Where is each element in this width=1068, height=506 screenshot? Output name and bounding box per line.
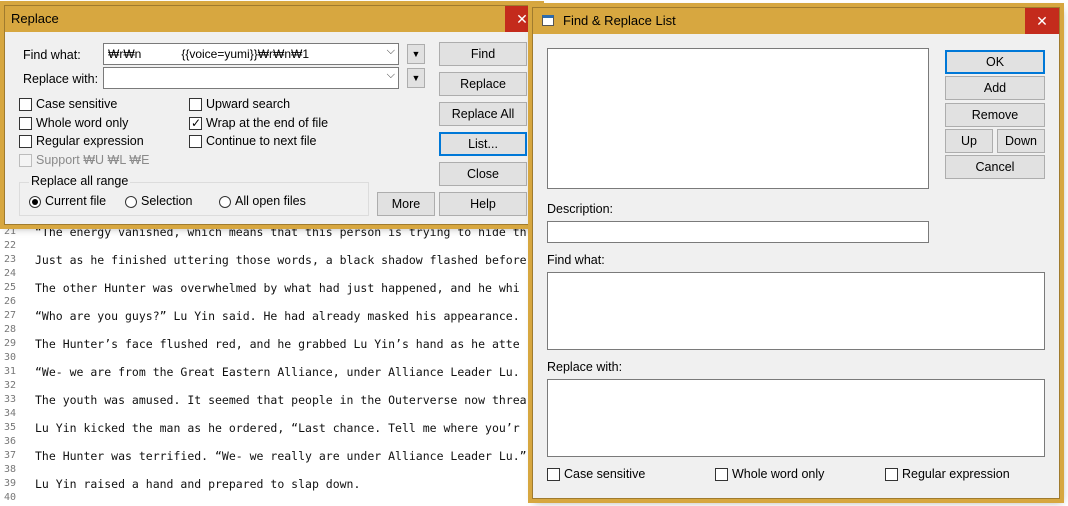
line-number: 24 [4, 268, 17, 279]
case-sensitive-checkbox[interactable] [19, 98, 32, 111]
continue-next-file-label: Continue to next file [206, 134, 317, 148]
wrap-label: Wrap at the end of file [206, 116, 329, 130]
line-text: Just as he finished uttering those words… [35, 253, 527, 267]
line-number: 22 [4, 240, 17, 251]
line-number: 31 [4, 366, 17, 377]
description-input[interactable] [547, 221, 929, 243]
line-text: The Hunter was terrified. “We- we really… [35, 449, 527, 463]
close-button[interactable]: Close [439, 162, 527, 186]
list-case-sensitive-checkbox[interactable] [547, 468, 560, 481]
line-text: Lu Yin kicked the man as he ordered, “La… [35, 421, 520, 435]
line-number: 23 [4, 254, 17, 265]
line-number: 34 [4, 408, 17, 419]
upward-search-label: Upward search [206, 97, 291, 111]
line-text: The other Hunter was overwhelmed by what… [35, 281, 520, 295]
line-number: 38 [4, 464, 17, 475]
find-replace-list-dialog: Find & Replace List ✕ OK Add Remove Up D… [532, 7, 1060, 499]
add-button[interactable]: Add [945, 76, 1045, 100]
line-text: “The energy vanished, which means that t… [35, 225, 527, 239]
line-text: “Who are you guys?” Lu Yin said. He had … [35, 309, 520, 323]
replace-button[interactable]: Replace [439, 72, 527, 96]
replace-all-button[interactable]: Replace All [439, 102, 527, 126]
list-close-icon[interactable]: ✕ [1025, 8, 1059, 34]
line-number: 26 [4, 296, 17, 307]
line-text: The youth was amused. It seemed that peo… [35, 393, 527, 407]
line-number: 21 [4, 226, 17, 237]
checkmark-icon: ✓ [191, 116, 202, 130]
app-icon [542, 15, 554, 26]
find-history-arrow-icon[interactable]: ▼ [407, 44, 425, 64]
whole-word-label: Whole word only [36, 116, 129, 130]
line-number: 28 [4, 324, 17, 335]
line-number: 25 [4, 282, 17, 293]
list-whole-word-checkbox[interactable] [715, 468, 728, 481]
remove-button[interactable]: Remove [945, 103, 1045, 127]
list-title-bar[interactable]: Find & Replace List ✕ [533, 8, 1059, 34]
range-all-radio[interactable] [219, 196, 231, 208]
find-what-value: ₩r₩n {{voice=yumi}}₩r₩n₩1 [108, 47, 310, 61]
find-replace-list-box[interactable] [547, 48, 929, 189]
chevron-down-icon[interactable]: ⌵ [387, 69, 395, 82]
range-selection-radio[interactable] [125, 196, 137, 208]
wrap-checkbox[interactable]: ✓ [189, 116, 202, 130]
line-number: 33 [4, 394, 17, 405]
replace-with-label: Replace with: [23, 72, 99, 86]
replace-history-arrow-icon[interactable]: ▼ [407, 68, 425, 88]
find-what-combo[interactable]: ₩r₩n {{voice=yumi}}₩r₩n₩1 ⌵ [103, 43, 399, 65]
list-regex-checkbox[interactable] [885, 468, 898, 481]
list-case-sensitive-label: Case sensitive [564, 467, 646, 481]
list-title: Find & Replace List [563, 13, 676, 28]
chevron-down-icon[interactable]: ⌵ [387, 45, 395, 58]
line-number: 39 [4, 478, 17, 489]
line-number: 32 [4, 380, 17, 391]
line-number: 27 [4, 310, 17, 321]
range-selection-label: Selection [141, 194, 193, 208]
support-escape-label: Support ₩U ₩L ₩E [36, 153, 150, 167]
line-number: 37 [4, 450, 17, 461]
line-number: 35 [4, 422, 17, 433]
line-text: The Hunter’s face flushed red, and he gr… [35, 337, 520, 351]
line-number: 29 [4, 338, 17, 349]
more-button[interactable]: More [377, 192, 435, 216]
whole-word-checkbox[interactable] [19, 117, 32, 130]
replace-dialog: Replace ✕ Find what: ₩r₩n {{voice=yumi}}… [4, 5, 540, 225]
upward-search-checkbox[interactable] [189, 98, 202, 111]
list-replace-with-input[interactable] [547, 379, 1045, 457]
replace-with-combo[interactable]: ⌵ [103, 67, 399, 89]
up-button[interactable]: Up [945, 129, 993, 153]
list-button[interactable]: List... [439, 132, 527, 156]
list-find-what-label: Find what: [547, 253, 605, 267]
support-escape-checkbox [19, 154, 32, 167]
range-all-label: All open files [235, 194, 306, 208]
range-current-radio[interactable] [29, 196, 41, 208]
regex-label: Regular expression [36, 134, 144, 148]
line-number: 36 [4, 436, 17, 447]
description-label: Description: [547, 202, 613, 216]
list-replace-with-label: Replace with: [547, 360, 623, 374]
line-number: 40 [4, 492, 17, 503]
replace-range-label: Replace all range [29, 174, 131, 188]
regex-checkbox[interactable] [19, 135, 32, 148]
replace-title: Replace [11, 11, 59, 26]
line-text: Lu Yin raised a hand and prepared to sla… [35, 477, 361, 491]
down-button[interactable]: Down [997, 129, 1045, 153]
cancel-button[interactable]: Cancel [945, 155, 1045, 179]
continue-next-file-checkbox[interactable] [189, 135, 202, 148]
list-find-what-input[interactable] [547, 272, 1045, 350]
ok-button[interactable]: OK [945, 50, 1045, 74]
line-number: 30 [4, 352, 17, 363]
replace-title-bar[interactable]: Replace ✕ [5, 6, 539, 32]
range-current-label: Current file [45, 194, 107, 208]
help-button[interactable]: Help [439, 192, 527, 216]
line-text: “We- we are from the Great Eastern Allia… [35, 365, 520, 379]
case-sensitive-label: Case sensitive [36, 97, 118, 111]
list-whole-word-label: Whole word only [732, 467, 825, 481]
radio-dot-icon [32, 199, 38, 205]
list-regex-label: Regular expression [902, 467, 1010, 481]
find-button[interactable]: Find [439, 42, 527, 66]
find-what-label: Find what: [23, 48, 81, 62]
